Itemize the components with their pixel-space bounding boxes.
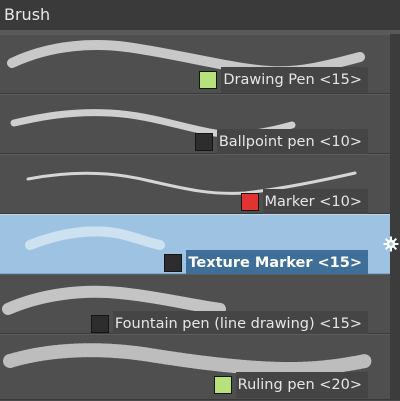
brush-label: Drawing Pen <15>	[221, 67, 368, 93]
brush-color-swatch	[90, 315, 109, 333]
brush-color-swatch	[199, 71, 218, 89]
brush-label-box: Ruling pen <20>	[213, 371, 368, 399]
brush-color-swatch	[213, 376, 232, 394]
panel-title: Brush	[4, 5, 51, 24]
brush-panel: Brush Drawing Pen <15> Ballpoint pen <10…	[0, 0, 400, 400]
brush-item-texture-marker[interactable]: Texture Marker <15>	[0, 214, 390, 277]
brush-color-swatch	[194, 133, 213, 151]
scrollbar[interactable]	[390, 34, 400, 400]
panel-header: Brush	[0, 0, 400, 34]
brush-label: Texture Marker <15>	[186, 250, 368, 276]
brush-color-swatch	[240, 193, 259, 211]
brush-label-box: Texture Marker <15>	[164, 249, 368, 277]
brush-color-swatch	[164, 254, 183, 272]
brush-item-fountain-pen[interactable]: Fountain pen (line drawing) <15>	[0, 274, 390, 337]
brush-label-box: Drawing Pen <15>	[199, 66, 368, 94]
brush-item-ruling-pen[interactable]: Ruling pen <20>	[0, 334, 390, 400]
brush-item-drawing-pen[interactable]: Drawing Pen <15>	[0, 34, 390, 94]
brush-label-box: Ballpoint pen <10>	[194, 128, 368, 156]
brush-item-marker[interactable]: Marker <10>	[0, 154, 390, 216]
brush-label: Ruling pen <20>	[235, 372, 368, 398]
brush-label: Ballpoint pen <10>	[216, 129, 368, 155]
brush-item-ballpoint-pen[interactable]: Ballpoint pen <10>	[0, 94, 390, 156]
gear-icon[interactable]	[383, 236, 399, 252]
brush-label-box: Marker <10>	[240, 188, 368, 216]
brush-label: Marker <10>	[262, 189, 368, 215]
